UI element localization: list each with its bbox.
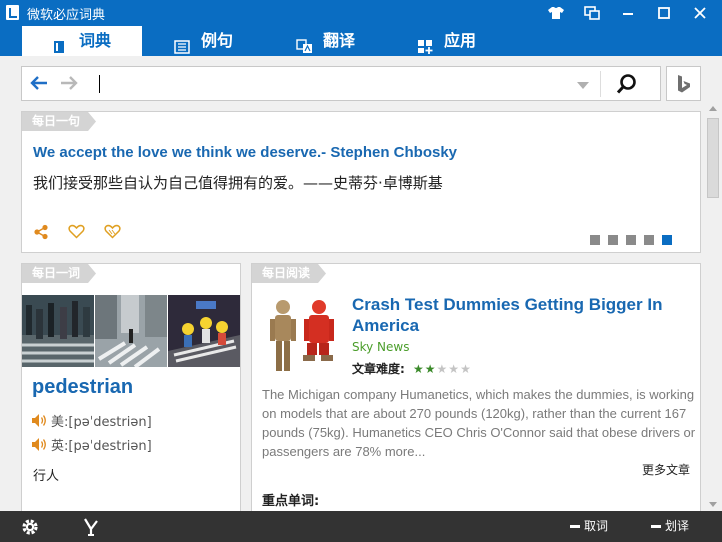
title-bar: 微软必应词典 <box>0 0 722 26</box>
search-divider <box>600 71 601 97</box>
tab-dictionary[interactable]: 词典 <box>22 26 142 56</box>
settings-button[interactable] <box>20 517 40 537</box>
sentence-chinese: 我们接受那些自认为自己值得拥有的爱。——史蒂芬·卓博斯基 <box>33 174 443 192</box>
difficulty-label: 文章难度: <box>352 362 405 376</box>
maximize-button[interactable] <box>646 0 682 26</box>
uk-label: 英: <box>51 439 69 454</box>
word-select-label: 划译 <box>665 519 690 533</box>
toggle-off-icon <box>570 525 580 528</box>
word-pick-toggle[interactable]: 取词 <box>570 511 608 542</box>
pin-icon <box>84 518 98 536</box>
us-phonetic: [pəˈdestriən] <box>68 415 152 430</box>
word-definition: 行人 <box>33 469 60 484</box>
word-image-simpsons <box>168 295 240 367</box>
word-image-crosswalk <box>95 295 167 367</box>
close-icon <box>694 7 706 19</box>
skin-button[interactable] <box>538 0 574 26</box>
bing-button[interactable] <box>666 66 701 101</box>
word-pick-label: 取词 <box>584 519 609 533</box>
minimize-icon <box>623 13 633 15</box>
star-empty-icon: ★ <box>436 362 449 376</box>
daily-sentence-card: 每日一句 We accept the love we think we dese… <box>21 111 701 253</box>
article-title[interactable]: Crash Test Dummies Getting Bigger In Ame… <box>352 294 692 336</box>
vertical-scrollbar[interactable] <box>705 102 722 511</box>
search-bar <box>21 66 661 101</box>
close-button[interactable] <box>682 0 718 26</box>
tab-apps-label: 应用 <box>444 31 477 50</box>
star-empty-icon: ★ <box>448 362 461 376</box>
text-caret <box>99 75 100 93</box>
article-difficulty: 文章难度: ★★★★★ <box>352 360 472 377</box>
pager-dot-active[interactable] <box>662 235 672 245</box>
sentence-english: We accept the love we think we deserve.-… <box>33 144 458 161</box>
forward-arrow-icon[interactable] <box>60 75 78 95</box>
us-label: 美: <box>51 415 69 430</box>
tab-examples-label: 例句 <box>201 31 234 50</box>
daily-reading-tag: 每日阅读 <box>252 264 326 283</box>
pager-dot[interactable] <box>608 235 618 245</box>
scroll-down-icon[interactable] <box>709 502 717 507</box>
keywords-label: 重点单词: <box>262 494 320 509</box>
quick-pin-button[interactable] <box>82 517 100 537</box>
uk-phonetic: [pəˈdestriən] <box>68 439 152 454</box>
word-select-toggle[interactable]: 划译 <box>651 511 689 542</box>
sentence-pager <box>590 230 680 249</box>
search-button[interactable] <box>616 73 638 99</box>
article-summary: The Michigan company Humanetics, which m… <box>262 387 696 459</box>
search-icon <box>616 74 636 94</box>
daily-sentence-tag: 每日一句 <box>22 112 96 131</box>
heart-icon[interactable] <box>68 224 85 243</box>
us-pronunciation: 美:[pəˈdestriən] <box>31 411 152 432</box>
shirt-icon <box>548 7 564 19</box>
daily-word-tag: 每日一词 <box>22 264 96 283</box>
app-logo-icon <box>6 5 19 20</box>
pager-dot[interactable] <box>644 235 654 245</box>
main-content: 每日一句 We accept the love we think we dese… <box>0 56 722 511</box>
minimize-button[interactable] <box>610 0 646 26</box>
daily-word-card: 每日一词 pedestrian 美:[pəˈdestriən] 英:[pəˈde… <box>21 263 241 511</box>
maximize-icon <box>658 7 670 19</box>
difficulty-stars: ★★★★★ <box>413 362 472 376</box>
tab-dictionary-label: 词典 <box>79 31 112 50</box>
star-empty-icon: ★ <box>460 362 472 376</box>
bottom-bar: 取词 划译 <box>0 511 722 542</box>
mini-mode-icon <box>584 6 600 20</box>
word-headword[interactable]: pedestrian <box>32 376 133 399</box>
tab-apps[interactable]: 应用 <box>417 26 517 56</box>
back-arrow-icon[interactable] <box>30 75 48 95</box>
star-filled-icon: ★ <box>424 362 437 376</box>
bing-logo-icon <box>678 75 690 93</box>
toggle-off-icon <box>651 525 661 528</box>
pager-dot[interactable] <box>626 235 636 245</box>
scroll-thumb[interactable] <box>707 118 719 198</box>
share-icon[interactable] <box>33 224 49 244</box>
speaker-icon[interactable] <box>31 413 47 432</box>
pager-dot[interactable] <box>590 235 600 245</box>
article-source: Sky News <box>352 340 410 354</box>
word-image-crowd <box>22 295 94 367</box>
more-articles-link[interactable]: 更多文章 <box>642 461 690 478</box>
uk-pronunciation: 英:[pəˈdestriən] <box>31 435 152 456</box>
history-dropdown-icon[interactable] <box>577 82 589 89</box>
window-title: 微软必应词典 <box>27 8 106 23</box>
article-thumbnail[interactable] <box>263 295 341 375</box>
speaker-icon[interactable] <box>31 437 47 456</box>
word-images[interactable] <box>22 295 240 367</box>
daily-reading-card: 每日阅读 Crash Test Dummies Getting Bigger I… <box>251 263 701 511</box>
scroll-up-icon[interactable] <box>709 106 717 111</box>
gear-icon <box>22 519 38 535</box>
search-input[interactable] <box>88 68 578 99</box>
tab-bar: 词典 例句 翻译 应用 <box>0 26 722 56</box>
mini-mode-button[interactable] <box>574 0 610 26</box>
tab-translate[interactable]: 翻译 <box>296 26 396 56</box>
star-filled-icon: ★ <box>413 362 425 376</box>
heart-outline-icon[interactable] <box>104 224 121 243</box>
tab-translate-label: 翻译 <box>323 31 356 50</box>
tab-examples[interactable]: 例句 <box>174 26 274 56</box>
